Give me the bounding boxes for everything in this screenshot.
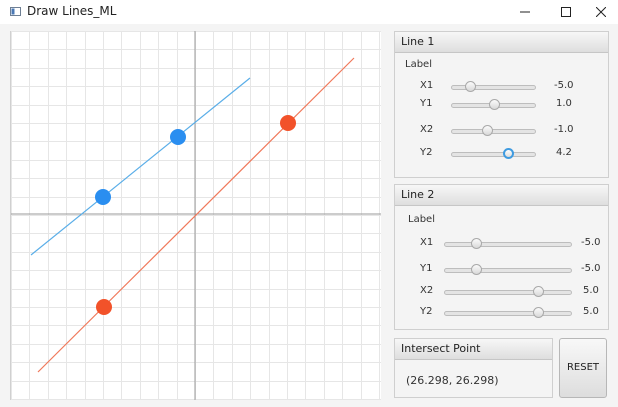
maximize-icon (561, 7, 571, 17)
line1-y1-label: Y1 (420, 98, 433, 109)
close-icon (596, 7, 606, 17)
line1-point-1[interactable] (95, 189, 111, 205)
plot-canvas[interactable] (11, 31, 381, 400)
plot-area[interactable] (10, 31, 381, 400)
line1-x2-label: X2 (420, 124, 434, 135)
line2-y1-slider-track[interactable] (444, 268, 572, 273)
line2-y2-slider-thumb[interactable] (533, 307, 544, 318)
line1-x2-slider-track[interactable] (451, 129, 536, 134)
line2-x2-slider-track[interactable] (444, 290, 572, 295)
line1-label: Label (405, 59, 432, 70)
window-title: Draw Lines_ML (27, 4, 117, 18)
line1-panel-title: Line 1 (395, 32, 608, 53)
line1-x1-value: -5.0 (554, 80, 574, 91)
minimize-icon (520, 11, 530, 13)
line1-y2-slider-track[interactable] (451, 152, 536, 157)
line1-point-2[interactable] (170, 129, 186, 145)
line1-x1-slider-thumb[interactable] (465, 81, 476, 92)
line2-point-1[interactable] (96, 299, 112, 315)
intersect-panel-title: Intersect Point (395, 339, 552, 360)
line2-y2-slider-track[interactable] (444, 311, 572, 316)
line1-x2-slider-thumb[interactable] (482, 125, 493, 136)
line2-y1-label: Y1 (420, 263, 433, 274)
line1-y2-label: Y2 (420, 147, 433, 158)
line2-x2-value: 5.0 (583, 285, 599, 296)
line2-label: Label (408, 214, 435, 225)
line1-x1-slider-track[interactable] (451, 85, 536, 90)
line1-x2-value: -1.0 (554, 124, 574, 135)
line1-x1-label: X1 (420, 80, 434, 91)
line1-y1-slider-thumb[interactable] (489, 99, 500, 110)
line2-point-2[interactable] (280, 115, 296, 131)
app-icon (10, 7, 21, 16)
line2-y2-value: 5.0 (583, 306, 599, 317)
line1-y2-slider-thumb[interactable] (503, 148, 514, 159)
line2-x2-slider-thumb[interactable] (533, 286, 544, 297)
reset-button[interactable]: RESET (559, 338, 607, 398)
close-button[interactable] (578, 0, 618, 24)
intersect-value: (26.298, 26.298) (406, 374, 499, 387)
line2-x2-label: X2 (420, 285, 434, 296)
minimize-button[interactable] (502, 0, 548, 24)
title-bar: Draw Lines_ML (0, 0, 618, 24)
line2-x1-label: X1 (420, 237, 434, 248)
line2-y2-label: Y2 (420, 306, 433, 317)
intersect-panel: Intersect Point (394, 338, 553, 398)
line1-y2-value: 4.2 (556, 147, 572, 158)
line2-x1-slider-track[interactable] (444, 242, 572, 247)
line2-x1-value: -5.0 (581, 237, 601, 248)
line2-panel-title: Line 2 (395, 185, 608, 206)
line1-y1-value: 1.0 (556, 98, 572, 109)
line2-y1-slider-thumb[interactable] (471, 264, 482, 275)
line2-x1-slider-thumb[interactable] (471, 238, 482, 249)
line2-y1-value: -5.0 (581, 263, 601, 274)
